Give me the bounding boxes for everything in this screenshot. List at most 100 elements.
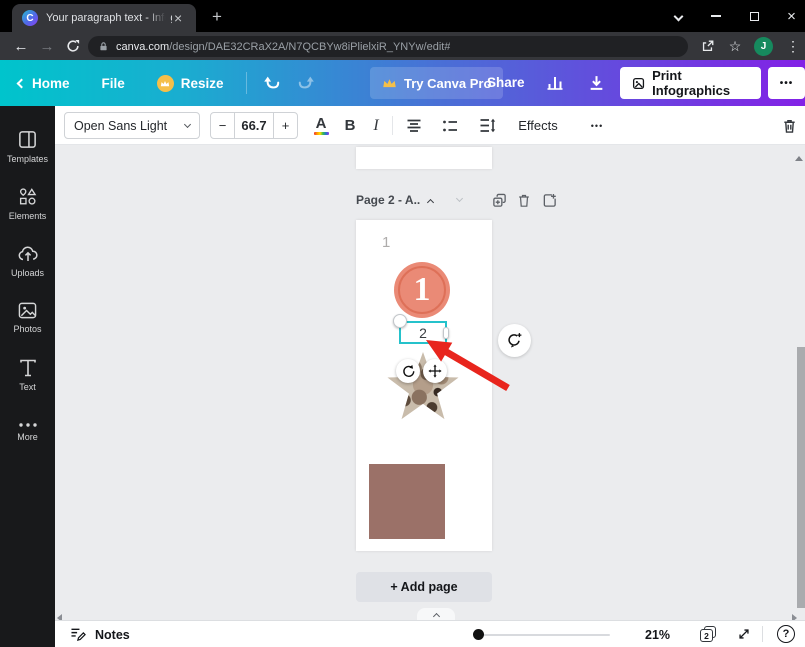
browser-navbar: ← → canva.com/design/DAE32CRaX2A/N7QCBYw…	[0, 32, 805, 60]
sidebar-item-photos[interactable]: Photos	[0, 289, 55, 346]
home-label: Home	[32, 76, 70, 91]
zoom-level[interactable]: 21%	[645, 628, 670, 642]
text-align-button[interactable]	[399, 106, 429, 145]
window-minimize-button[interactable]	[702, 0, 730, 32]
page-1-bottom-edge[interactable]	[356, 147, 492, 169]
add-page-icon-button[interactable]	[540, 191, 558, 209]
add-comment-button[interactable]	[498, 324, 531, 357]
sidebar-item-templates[interactable]: Templates	[0, 118, 55, 175]
delete-button[interactable]	[773, 106, 805, 145]
page-indicator-button[interactable]: 2	[700, 626, 717, 643]
font-family-select[interactable]: Open Sans Light	[64, 112, 200, 139]
undo-button[interactable]	[263, 75, 281, 91]
reload-button[interactable]	[60, 32, 86, 60]
vertical-scrollbar-thumb[interactable]	[797, 347, 805, 608]
notes-button[interactable]	[67, 621, 89, 647]
text-tool-icon	[18, 358, 38, 378]
forward-button[interactable]: →	[34, 32, 60, 60]
font-size-increase-button[interactable]: +	[273, 113, 297, 138]
text-color-button[interactable]: A	[307, 106, 335, 145]
page-2-label[interactable]: Page 2 - A..	[356, 193, 420, 207]
star-photo-element[interactable]	[386, 352, 460, 425]
resize-button[interactable]: Resize	[157, 75, 224, 92]
share-button[interactable]: Share	[487, 75, 525, 90]
page-number-text[interactable]: 1	[382, 234, 390, 251]
notes-label[interactable]: Notes	[95, 628, 130, 642]
page-2[interactable]: 1 1 2	[356, 220, 492, 551]
zoom-slider-track[interactable]	[477, 634, 610, 636]
home-button[interactable]: Home	[18, 76, 70, 91]
zoom-slider-handle[interactable]	[473, 629, 484, 640]
notes-icon	[70, 627, 87, 642]
chevron-down-icon	[184, 120, 191, 127]
photos-icon	[17, 301, 38, 320]
effects-button[interactable]: Effects	[513, 106, 563, 145]
window-menu-chevron-icon[interactable]	[664, 0, 692, 32]
trash-icon	[782, 118, 797, 134]
url-host: canva.com	[116, 41, 169, 53]
textbox-value: 2	[419, 325, 427, 341]
selected-text-box[interactable]: 2	[399, 321, 447, 344]
browser-menu-icon[interactable]: ⋮	[782, 32, 804, 60]
corner-resize-handle[interactable]	[393, 314, 407, 328]
font-size-decrease-button[interactable]: −	[211, 113, 235, 138]
font-size-stepper: − 66.7 +	[210, 112, 298, 139]
file-menu-button[interactable]: File	[102, 76, 125, 91]
header-more-button[interactable]: •••	[768, 67, 805, 99]
back-button[interactable]: ←	[8, 32, 34, 60]
window-maximize-button[interactable]	[740, 0, 768, 32]
comment-plus-icon	[506, 332, 523, 349]
design-canvas[interactable]: Page 2 - A.. 1 1 2	[55, 145, 805, 620]
number-badge-graphic[interactable]: 1	[394, 262, 450, 318]
trash-icon	[517, 193, 531, 208]
browser-tab[interactable]: C Your paragraph text - Infographi ×	[12, 4, 196, 32]
lock-icon	[98, 40, 109, 53]
bullet-list-icon	[442, 119, 458, 133]
print-image-icon	[632, 76, 645, 91]
scroll-right-arrow[interactable]	[792, 609, 797, 620]
tab-title-fade	[148, 8, 170, 30]
sidebar-item-text[interactable]: Text	[0, 346, 55, 403]
sidebar-item-elements[interactable]: Elements	[0, 175, 55, 232]
profile-avatar[interactable]: J	[754, 37, 773, 56]
bullet-list-button[interactable]	[435, 106, 465, 145]
tab-close-icon[interactable]: ×	[174, 11, 182, 25]
insights-button[interactable]	[546, 74, 564, 91]
help-button[interactable]: ?	[773, 621, 799, 647]
brown-square-element[interactable]	[369, 464, 445, 539]
new-tab-button[interactable]: +	[206, 6, 228, 28]
fullscreen-button[interactable]	[733, 621, 755, 647]
try-canva-pro-button[interactable]: Try Canva Pro	[370, 67, 503, 99]
bookmark-star-icon[interactable]: ☆	[722, 32, 748, 60]
duplicate-page-button[interactable]	[490, 191, 508, 209]
rotate-handle[interactable]	[396, 359, 420, 383]
move-page-down-button[interactable]	[450, 191, 468, 209]
address-bar[interactable]: canva.com/design/DAE32CRaX2A/N7QCBYw8iPl…	[88, 36, 688, 57]
print-infographics-button[interactable]: Print Infographics	[620, 67, 761, 99]
move-handle[interactable]	[423, 359, 447, 383]
scroll-up-arrow[interactable]	[795, 148, 803, 166]
crown-icon	[382, 77, 397, 89]
download-button[interactable]	[588, 74, 605, 91]
add-page-button[interactable]: + Add page	[356, 572, 492, 602]
file-label: File	[102, 76, 125, 91]
collapse-panel-notch[interactable]	[417, 608, 455, 620]
share-page-icon[interactable]	[694, 32, 720, 60]
sidebar-item-more[interactable]: More	[0, 403, 55, 460]
current-page-number: 2	[700, 629, 713, 642]
side-resize-handle[interactable]	[443, 327, 449, 339]
sidebar-item-uploads[interactable]: Uploads	[0, 232, 55, 289]
window-close-button[interactable]: ×	[778, 0, 805, 32]
font-size-value[interactable]: 66.7	[235, 113, 273, 138]
text-color-label: A	[314, 116, 329, 131]
redo-button[interactable]	[297, 75, 315, 91]
toolbar-more-button[interactable]: •••	[580, 106, 614, 145]
delete-page-button[interactable]	[515, 191, 533, 209]
bold-button[interactable]: B	[337, 106, 363, 145]
line-spacing-button[interactable]	[472, 106, 502, 145]
italic-button[interactable]: I	[363, 106, 389, 145]
add-page-icon	[542, 193, 557, 208]
uploads-cloud-icon	[17, 244, 39, 264]
move-page-up-button[interactable]	[421, 191, 439, 209]
scroll-left-arrow[interactable]	[57, 609, 62, 620]
